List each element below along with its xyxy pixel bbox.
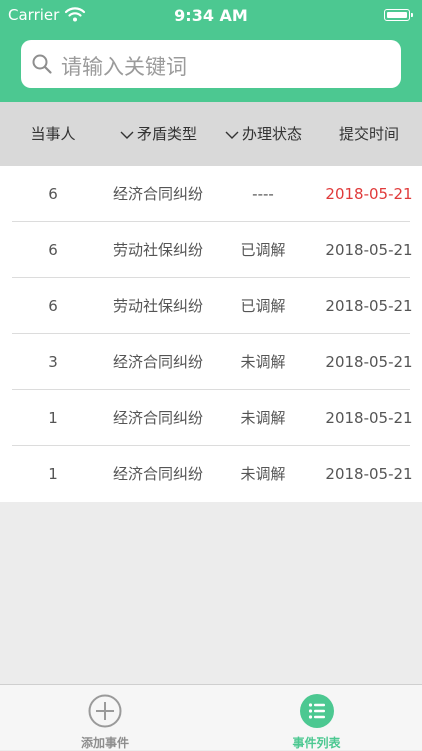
cell-party: 3 — [48, 353, 58, 371]
cell-date: 2018-05-21 — [325, 297, 413, 315]
status-bar: Carrier 9:34 AM — [0, 0, 422, 30]
cell-status: 未调解 — [240, 409, 286, 427]
cell-type: 劳动社保纠纷 — [112, 241, 203, 259]
add-circle-icon — [88, 694, 122, 728]
cell-type: 经济合同纠纷 — [112, 465, 203, 483]
tab-add-event[interactable]: 添加事件 — [0, 685, 211, 751]
cell-party: 6 — [48, 185, 58, 203]
header-status-label: 办理状态 — [241, 125, 302, 143]
cell-date: 2018-05-21 — [325, 409, 413, 427]
top-bar: Carrier 9:34 AM 请输入关键词 — [0, 0, 422, 102]
header-party[interactable]: 当事人 — [0, 102, 106, 166]
table-row[interactable]: 1 经济合同纠纷 未调解 2018-05-21 — [0, 446, 422, 502]
cell-type: 劳动社保纠纷 — [112, 297, 203, 315]
cell-party: 1 — [48, 465, 58, 483]
table-row[interactable]: 6 经济合同纠纷 ---- 2018-05-21 — [0, 166, 422, 222]
tab-event-list-label: 事件列表 — [292, 736, 341, 750]
cell-date: 2018-05-21 — [325, 241, 413, 259]
cell-status: 已调解 — [240, 241, 286, 259]
cell-type: 经济合同纠纷 — [112, 353, 203, 371]
table-row[interactable]: 1 经济合同纠纷 未调解 2018-05-21 — [0, 390, 422, 446]
chevron-down-icon — [120, 131, 134, 139]
cell-type: 经济合同纠纷 — [112, 185, 203, 203]
table-row[interactable]: 6 劳动社保纠纷 已调解 2018-05-21 — [0, 222, 422, 278]
tab-bar: 添加事件 事件列表 — [0, 684, 422, 750]
header-submit-time[interactable]: 提交时间 — [316, 102, 422, 166]
cell-type: 经济合同纠纷 — [112, 409, 203, 427]
table-row[interactable]: 3 经济合同纠纷 未调解 2018-05-21 — [0, 334, 422, 390]
cell-status: 已调解 — [240, 297, 286, 315]
table-row[interactable]: 6 劳动社保纠纷 已调解 2018-05-21 — [0, 278, 422, 334]
header-submit-time-label: 提交时间 — [338, 125, 399, 143]
table-header: 当事人 矛盾类型 办理状态 提交时间 — [0, 102, 422, 166]
cell-status: 未调解 — [240, 465, 286, 483]
search-box[interactable]: 请输入关键词 — [21, 40, 401, 88]
chevron-down-icon — [225, 131, 239, 139]
cell-status: ---- — [252, 185, 274, 203]
header-conflict-type[interactable]: 矛盾类型 — [106, 102, 210, 166]
header-status[interactable]: 办理状态 — [210, 102, 316, 166]
cell-party: 6 — [48, 241, 58, 259]
event-table: 6 经济合同纠纷 ---- 2018-05-21 6 劳动社保纠纷 已调解 20… — [0, 166, 422, 502]
cell-status: 未调解 — [240, 353, 286, 371]
cell-date: 2018-05-21 — [325, 185, 413, 203]
cell-party: 1 — [48, 409, 58, 427]
tab-add-event-label: 添加事件 — [80, 736, 129, 750]
tab-event-list[interactable]: 事件列表 — [211, 685, 422, 751]
cell-party: 6 — [48, 297, 58, 315]
header-conflict-type-label: 矛盾类型 — [136, 125, 197, 143]
search-placeholder[interactable]: 请输入关键词 — [61, 51, 187, 81]
battery-icon — [384, 9, 413, 21]
header-party-label: 当事人 — [30, 125, 76, 143]
list-icon — [299, 694, 334, 728]
cell-date: 2018-05-21 — [325, 353, 413, 371]
search-icon — [32, 54, 52, 74]
cell-date: 2018-05-21 — [325, 465, 413, 483]
clock: 9:34 AM — [174, 6, 248, 25]
